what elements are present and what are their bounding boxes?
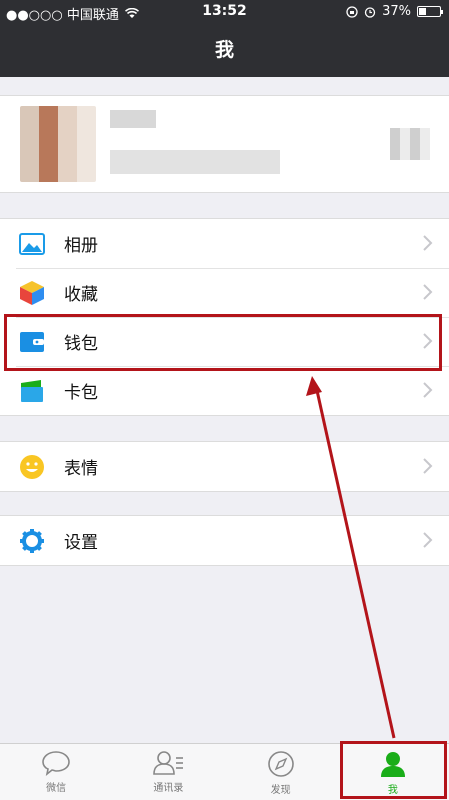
chevron-right-icon [423,532,433,548]
menu-group-3: 设置 [0,515,449,566]
chevron-right-icon [423,235,433,251]
compass-icon [267,751,294,777]
menu-item-favorites[interactable]: 收藏 [0,268,449,317]
menu-group-2: 表情 [0,441,449,492]
menu-item-label: 相册 [64,236,98,256]
me-tab-highlight-box [340,741,447,799]
contacts-icon [153,751,184,775]
favorites-icon [18,279,46,307]
tab-contacts[interactable]: 通讯录 [112,744,224,800]
menu-item-label: 收藏 [64,285,98,305]
blurred-id [110,150,280,174]
menu-item-label: 卡包 [64,383,98,403]
card-pack-icon [18,377,46,405]
battery-percent: 37% [382,4,411,19]
alarm-icon [364,6,376,18]
tab-label: 通讯录 [153,783,184,794]
menu-item-settings[interactable]: 设置 [0,516,449,565]
chevron-right-icon [423,284,433,300]
tab-label: 微信 [46,783,67,794]
status-bar: ●●○○○ 中国联通 13:52 37% [0,0,449,24]
battery-icon [417,6,443,17]
profile-card[interactable] [0,95,449,193]
menu-item-card-pack[interactable]: 卡包 [0,366,449,415]
menu-item-stickers[interactable]: 表情 [0,442,449,491]
page-title: 我 [0,24,449,77]
menu-item-album[interactable]: 相册 [0,219,449,268]
qr-code-icon[interactable] [390,128,430,160]
avatar [20,106,96,182]
menu-item-label: 表情 [64,459,98,479]
tab-label: 发现 [270,785,291,796]
chevron-right-icon [423,458,433,474]
chat-icon [42,751,70,776]
wallet-highlight-box [4,314,442,371]
tab-chats[interactable]: 微信 [0,744,112,800]
album-icon [18,230,46,258]
blurred-name [110,110,156,128]
tab-discover[interactable]: 发现 [225,744,337,800]
sticker-icon [18,453,46,481]
chevron-right-icon [423,382,433,398]
settings-icon [18,527,46,555]
menu-item-label: 设置 [64,533,98,553]
orientation-lock-icon [346,5,358,18]
